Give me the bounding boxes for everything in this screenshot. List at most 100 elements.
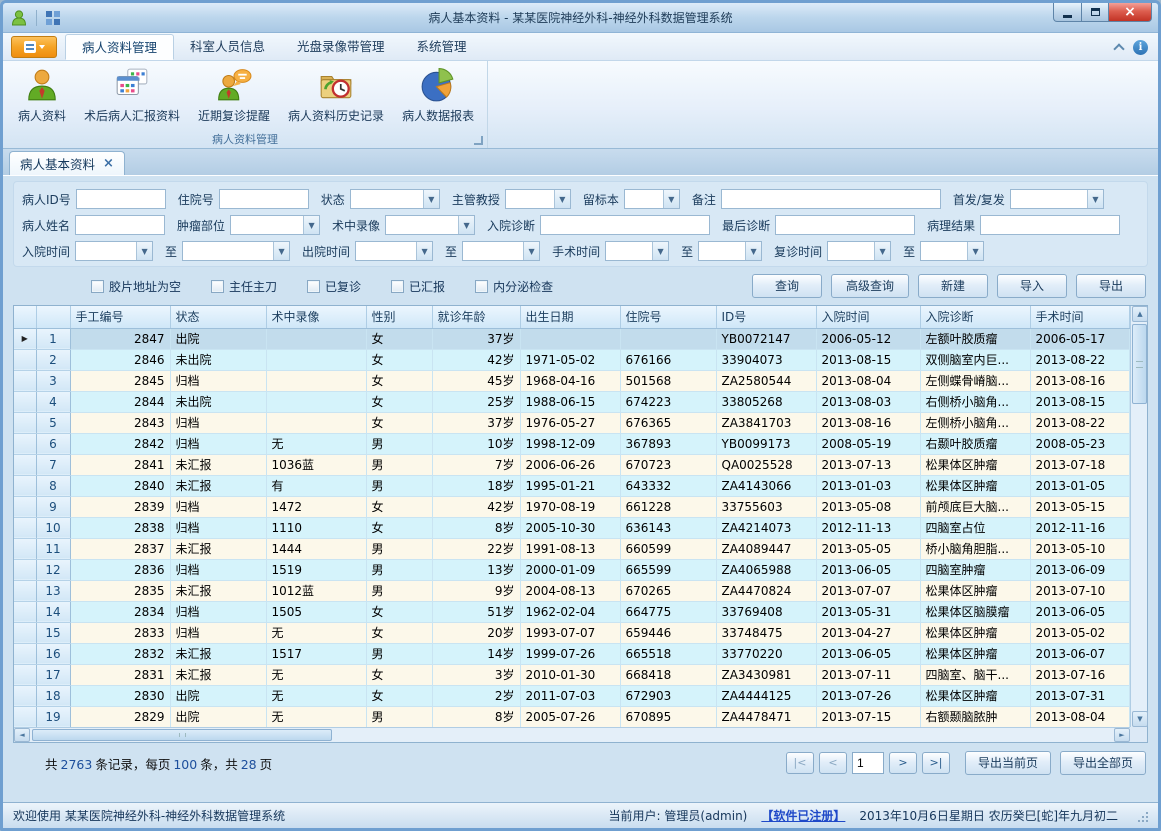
document-tab-patient-basic-info[interactable]: 病人基本资料 × xyxy=(9,151,125,175)
surgery-time-from-select[interactable]: ▼ xyxy=(605,241,669,261)
horizontal-scroll-thumb[interactable] xyxy=(32,729,332,741)
header-inpatient-no[interactable]: 住院号 xyxy=(620,306,716,328)
table-row[interactable]: 82840未汇报有男18岁1995-01-21643332ZA414306620… xyxy=(14,475,1130,496)
page-number-input[interactable] xyxy=(852,752,884,774)
header-id-no[interactable]: ID号 xyxy=(716,306,816,328)
header-op-video[interactable]: 术中录像 xyxy=(266,306,366,328)
header-age[interactable]: 就诊年龄 xyxy=(432,306,520,328)
scroll-up-icon[interactable]: ▲ xyxy=(1132,306,1148,322)
checkbox-revisited[interactable]: 已复诊 xyxy=(307,278,361,295)
table-row[interactable]: 72841未汇报1036蓝男7岁2006-06-26670723QA002552… xyxy=(14,454,1130,475)
first-recur-select[interactable]: ▼ xyxy=(1010,189,1104,209)
patient-name-input[interactable] xyxy=(75,215,165,235)
header-gender[interactable]: 性别 xyxy=(366,306,432,328)
final-diagnosis-input[interactable] xyxy=(775,215,915,235)
table-row[interactable]: ▶12847出院女37岁YB00721472006-05-12左额叶胶质瘤200… xyxy=(14,328,1130,349)
table-row[interactable]: 112837未汇报1444男22岁1991-08-13660599ZA40894… xyxy=(14,538,1130,559)
revisit-time-to-select[interactable]: ▼ xyxy=(920,241,984,261)
dialog-launcher-icon[interactable] xyxy=(474,136,483,145)
scroll-right-icon[interactable]: ► xyxy=(1114,728,1130,742)
checkbox-icon[interactable] xyxy=(391,280,404,293)
export-button[interactable]: 导出 xyxy=(1076,274,1146,298)
first-page-button[interactable]: |< xyxy=(786,752,814,774)
ribbon-button-history-record[interactable]: 病人资料历史记录 xyxy=(279,64,393,134)
query-button[interactable]: 查询 xyxy=(752,274,822,298)
header-surgery-date[interactable]: 手术时间 xyxy=(1030,306,1130,328)
status-select[interactable]: ▼ xyxy=(350,189,440,209)
admit-time-to-select[interactable]: ▼ xyxy=(182,241,290,261)
patient-id-input[interactable] xyxy=(76,189,166,209)
ribbon-tab-disc-tape[interactable]: 光盘录像带管理 xyxy=(281,34,401,60)
resize-grip[interactable] xyxy=(1136,810,1148,822)
collapse-ribbon-icon[interactable] xyxy=(1113,43,1124,54)
table-row[interactable]: 152833归档无女20岁1993-07-0765944633748475201… xyxy=(14,622,1130,643)
table-row[interactable]: 102838归档1110女8岁2005-10-30636143ZA4214073… xyxy=(14,517,1130,538)
table-row[interactable]: 52843归档女37岁1976-05-27676365ZA38417032013… xyxy=(14,412,1130,433)
export-all-pages-button[interactable]: 导出全部页 xyxy=(1060,751,1146,775)
advanced-query-button[interactable]: 高级查询 xyxy=(831,274,909,298)
professor-select[interactable]: ▼ xyxy=(505,189,571,209)
vertical-scroll-thumb[interactable] xyxy=(1132,324,1147,404)
checkbox-reported[interactable]: 已汇报 xyxy=(391,278,445,295)
ribbon-button-postop-report[interactable]: 术后病人汇报资料 xyxy=(75,64,189,134)
scroll-down-icon[interactable]: ▼ xyxy=(1132,711,1148,727)
tumor-site-select[interactable]: ▼ xyxy=(230,215,320,235)
info-icon[interactable]: i xyxy=(1133,40,1148,55)
ribbon-tab-patient-management[interactable]: 病人资料管理 xyxy=(65,34,174,60)
surgery-time-to-select[interactable]: ▼ xyxy=(698,241,762,261)
table-row[interactable]: 132835未汇报1012蓝男9岁2004-08-13670265ZA44708… xyxy=(14,580,1130,601)
next-page-button[interactable]: > xyxy=(889,752,917,774)
ribbon-tab-system[interactable]: 系统管理 xyxy=(401,34,483,60)
header-birth-date[interactable]: 出生日期 xyxy=(520,306,620,328)
import-button[interactable]: 导入 xyxy=(997,274,1067,298)
close-button[interactable]: × xyxy=(1109,3,1152,22)
table-row[interactable]: 32845归档女45岁1968-04-16501568ZA25805442013… xyxy=(14,370,1130,391)
horizontal-scrollbar[interactable]: ◄ ► xyxy=(14,727,1130,742)
revisit-time-from-select[interactable]: ▼ xyxy=(827,241,891,261)
header-manual-no[interactable]: 手工编号 xyxy=(70,306,170,328)
discharge-time-from-select[interactable]: ▼ xyxy=(355,241,433,261)
app-logo-person-icon[interactable] xyxy=(10,9,28,27)
ribbon-tab-staff-info[interactable]: 科室人员信息 xyxy=(174,34,281,60)
table-row[interactable]: 192829出院无男8岁2005-07-26670895ZA4478471201… xyxy=(14,706,1130,727)
scroll-left-icon[interactable]: ◄ xyxy=(14,728,30,742)
admit-time-from-select[interactable]: ▼ xyxy=(75,241,153,261)
table-row[interactable]: 42844未出院女25岁1988-06-15674223338052682013… xyxy=(14,391,1130,412)
close-tab-icon[interactable]: × xyxy=(103,157,114,170)
op-video-select[interactable]: ▼ xyxy=(385,215,475,235)
checkbox-chief-surgeon[interactable]: 主任主刀 xyxy=(211,278,277,295)
registered-link[interactable]: 【软件已注册】 xyxy=(761,807,845,824)
header-status[interactable]: 状态 xyxy=(170,306,266,328)
layout-icon[interactable] xyxy=(45,10,61,26)
pathology-result-input[interactable] xyxy=(980,215,1120,235)
vertical-scrollbar[interactable]: ▲ ▼ xyxy=(1130,306,1147,727)
prev-page-button[interactable]: < xyxy=(819,752,847,774)
table-row[interactable]: 182830出院无女2岁2011-07-03672903ZA4444125201… xyxy=(14,685,1130,706)
export-current-page-button[interactable]: 导出当前页 xyxy=(965,751,1051,775)
new-button[interactable]: 新建 xyxy=(918,274,988,298)
discharge-time-to-select[interactable]: ▼ xyxy=(462,241,540,261)
checkbox-icon[interactable] xyxy=(91,280,104,293)
remark-input[interactable] xyxy=(721,189,941,209)
header-admit-date[interactable]: 入院时间 xyxy=(816,306,920,328)
table-row[interactable]: 62842归档无男10岁1998-12-09367893YB0099173200… xyxy=(14,433,1130,454)
checkbox-icon[interactable] xyxy=(307,280,320,293)
checkbox-icon[interactable] xyxy=(475,280,488,293)
inpatient-no-input[interactable] xyxy=(219,189,309,209)
table-row[interactable]: 142834归档1505女51岁1962-02-0466477533769408… xyxy=(14,601,1130,622)
table-row[interactable]: 172831未汇报无女3岁2010-01-30668418ZA343098120… xyxy=(14,664,1130,685)
header-admit-diagnosis[interactable]: 入院诊断 xyxy=(920,306,1030,328)
ribbon-button-revisit-reminder[interactable]: 近期复诊提醒 xyxy=(189,64,279,134)
maximize-button[interactable] xyxy=(1082,3,1109,22)
table-row[interactable]: 122836归档1519男13岁2000-01-09665599ZA406598… xyxy=(14,559,1130,580)
checkbox-endocrine-exam[interactable]: 内分泌检查 xyxy=(475,278,553,295)
ribbon-button-data-report[interactable]: 病人数据报表 xyxy=(393,64,483,134)
specimen-select[interactable]: ▼ xyxy=(624,189,680,209)
last-page-button[interactable]: >| xyxy=(922,752,950,774)
table-row[interactable]: 92839归档1472女42岁1970-08-19661228337556032… xyxy=(14,496,1130,517)
admit-diagnosis-input[interactable] xyxy=(540,215,710,235)
table-row[interactable]: 162832未汇报1517男14岁1999-07-266655183377022… xyxy=(14,643,1130,664)
app-menu-button[interactable] xyxy=(11,36,57,58)
checkbox-icon[interactable] xyxy=(211,280,224,293)
checkbox-film-address-empty[interactable]: 胶片地址为空 xyxy=(91,278,181,295)
